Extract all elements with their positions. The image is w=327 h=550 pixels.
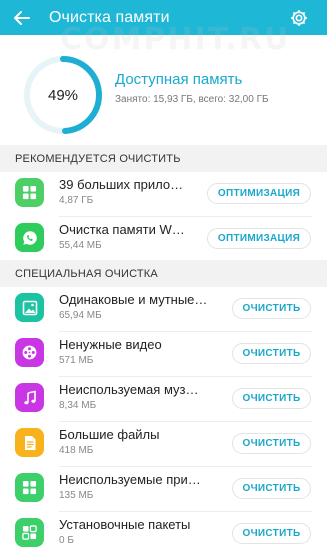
music-note-icon: [15, 383, 44, 412]
clean-button[interactable]: ОЧИСТИТЬ: [232, 433, 311, 454]
item-size: 55,44 МБ: [59, 240, 102, 251]
page-title: Очистка памяти: [49, 8, 170, 26]
list-item[interactable]: Одинаковые и мутные… 65,94 МБ ОЧИСТИТЬ: [0, 287, 327, 332]
item-size: 135 МБ: [59, 490, 94, 501]
clean-button[interactable]: ОЧИСТИТЬ: [232, 298, 311, 319]
app-bar: Очистка памяти: [0, 0, 327, 35]
image-icon: [15, 293, 44, 322]
item-size: 418 МБ: [59, 445, 94, 456]
item-size: 8,34 МБ: [59, 400, 97, 411]
gear-icon[interactable]: [287, 6, 311, 30]
storage-percent: 49%: [47, 86, 79, 104]
item-size: 0 Б: [59, 535, 74, 546]
back-arrow-icon[interactable]: [9, 5, 35, 31]
package-icon: [15, 518, 44, 547]
item-size: 65,94 МБ: [59, 310, 102, 321]
list-item[interactable]: 39 больших прило… 4,87 ГБ ОПТИМИЗАЦИЯ: [0, 172, 327, 217]
section-header-special: СПЕЦИАЛЬНАЯ ОЧИСТКА: [0, 260, 327, 287]
item-title: Одинаковые и мутные…: [59, 292, 208, 307]
item-title: Неиспользуемые при…: [59, 472, 201, 487]
item-size: 571 МБ: [59, 355, 94, 366]
memory-usage-text: Занято: 15,93 ГБ, всего: 32,00 ГБ: [115, 94, 269, 105]
item-size: 4,87 ГБ: [59, 195, 94, 206]
clean-button[interactable]: ОЧИСТИТЬ: [232, 523, 311, 544]
storage-summary: 49% Доступная память Занято: 15,93 ГБ, в…: [0, 35, 327, 142]
list-item[interactable]: Очистка памяти W… 55,44 МБ ОПТИМИЗАЦИЯ: [0, 217, 327, 262]
list-item[interactable]: Большие файлы 418 МБ ОЧИСТИТЬ: [0, 422, 327, 467]
whatsapp-icon: [15, 223, 44, 252]
clean-button[interactable]: ОЧИСТИТЬ: [232, 478, 311, 499]
apps-grid-icon: [15, 473, 44, 502]
item-title: 39 больших прило…: [59, 177, 184, 192]
list-item[interactable]: Установочные пакеты 0 Б ОЧИСТИТЬ: [0, 512, 327, 550]
item-title: Большие файлы: [59, 427, 160, 442]
available-memory-title: Доступная память: [115, 71, 243, 88]
section-header-recommended: РЕКОМЕНДУЕТСЯ ОЧИСТИТЬ: [0, 145, 327, 172]
apps-grid-icon: [15, 178, 44, 207]
film-reel-icon: [15, 338, 44, 367]
optimize-button[interactable]: ОПТИМИЗАЦИЯ: [207, 183, 311, 204]
item-title: Установочные пакеты: [59, 517, 191, 532]
list-item[interactable]: Неиспользуемая муз… 8,34 МБ ОЧИСТИТЬ: [0, 377, 327, 422]
list-item[interactable]: Ненужные видео 571 МБ ОЧИСТИТЬ: [0, 332, 327, 377]
clean-button[interactable]: ОЧИСТИТЬ: [232, 343, 311, 364]
item-title: Ненужные видео: [59, 337, 162, 352]
item-title: Очистка памяти W…: [59, 222, 185, 237]
optimize-button[interactable]: ОПТИМИЗАЦИЯ: [207, 228, 311, 249]
list-item[interactable]: Неиспользуемые при… 135 МБ ОЧИСТИТЬ: [0, 467, 327, 512]
clean-button[interactable]: ОЧИСТИТЬ: [232, 388, 311, 409]
item-title: Неиспользуемая муз…: [59, 382, 199, 397]
document-icon: [15, 428, 44, 457]
